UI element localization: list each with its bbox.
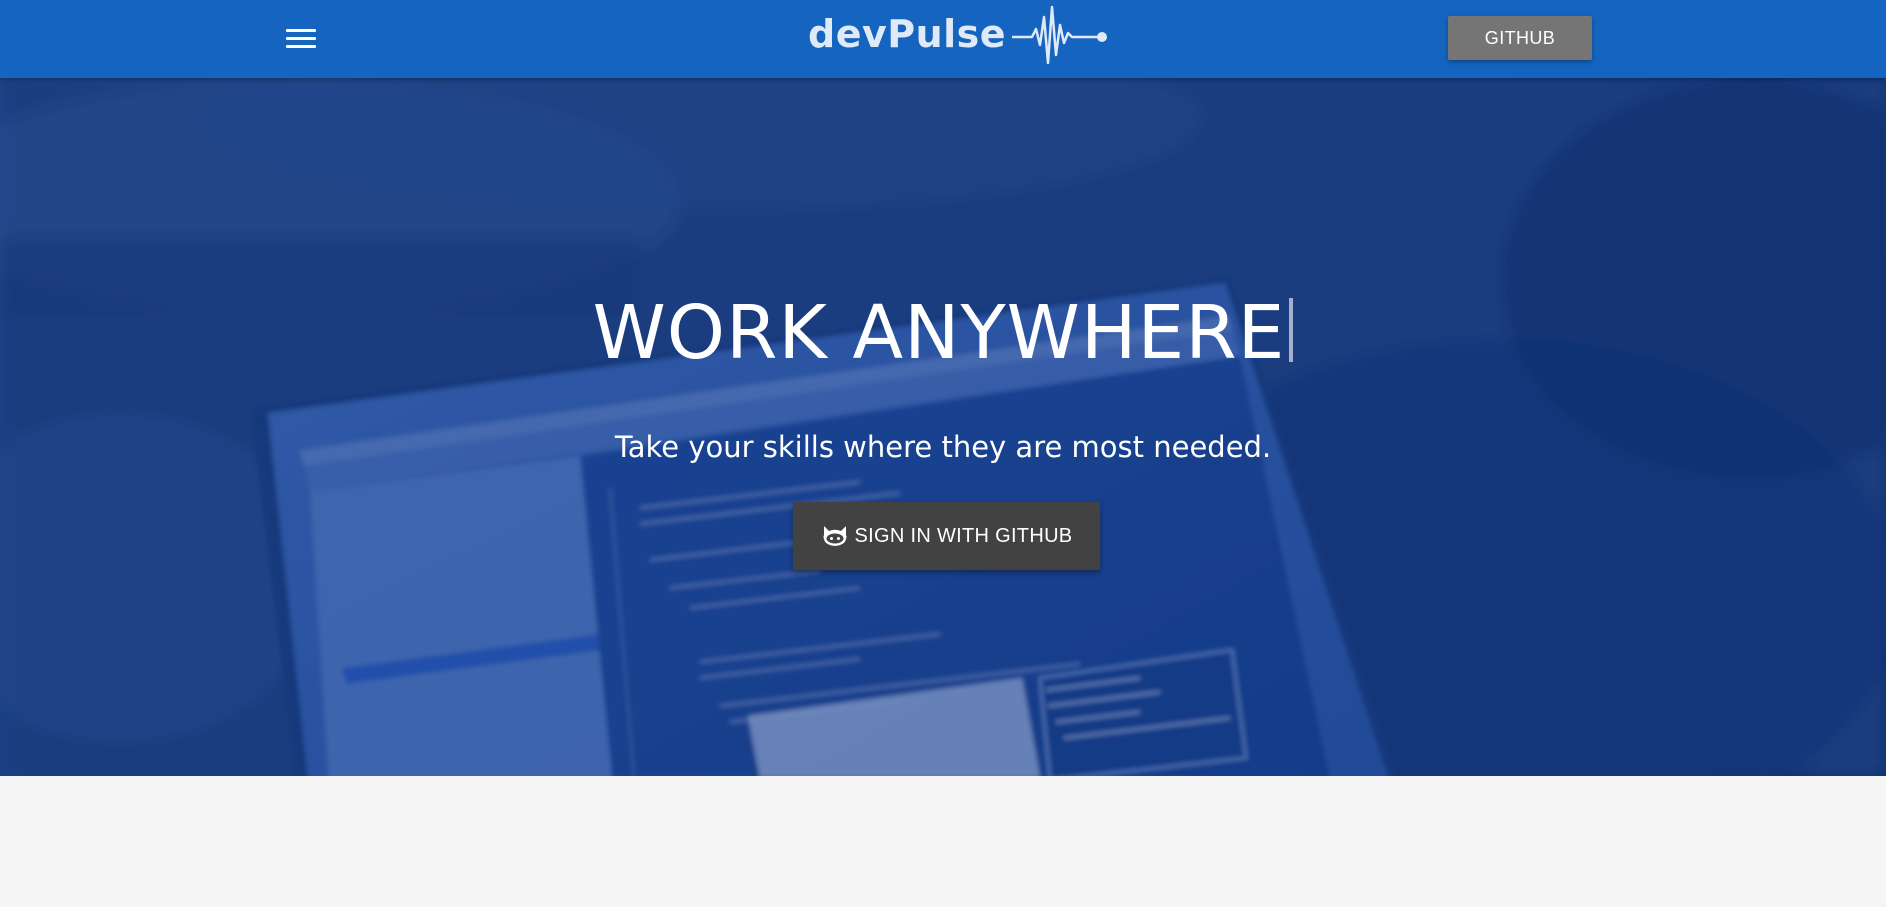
- pulse-line-icon: [1012, 5, 1108, 65]
- github-button[interactable]: GITHUB: [1448, 16, 1592, 60]
- brand-name: devPulse: [808, 12, 1007, 56]
- hero-section: WORK ANYWHERE Take your skills where the…: [0, 78, 1886, 776]
- sign-in-with-github-button[interactable]: SIGN IN WITH GITHUB: [793, 502, 1100, 570]
- hero-subtitle: Take your skills where they are most nee…: [614, 430, 1272, 464]
- github-octocat-icon: [823, 526, 847, 546]
- hero-title: WORK ANYWHERE: [0, 296, 1886, 370]
- hero-content: WORK ANYWHERE Take your skills where the…: [0, 78, 1886, 776]
- hamburger-menu-icon[interactable]: [280, 24, 322, 54]
- page-body-blank: [0, 776, 1886, 907]
- top-navbar: devPulse GITHUB: [0, 0, 1886, 78]
- hero-title-text: WORK ANYWHERE: [592, 290, 1286, 376]
- typing-cursor: [1289, 298, 1294, 362]
- brand-logo[interactable]: devPulse: [808, 2, 1112, 66]
- sign-in-label: SIGN IN WITH GITHUB: [854, 524, 1073, 547]
